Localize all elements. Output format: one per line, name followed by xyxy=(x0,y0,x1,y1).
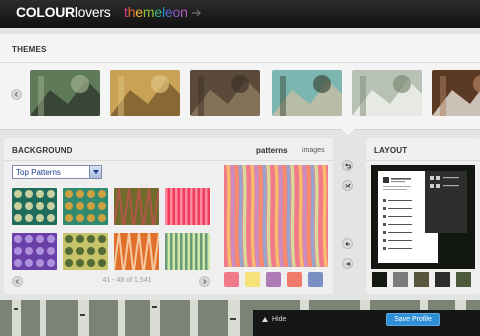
chevron-left-icon xyxy=(14,92,18,97)
pattern-preview xyxy=(224,165,328,267)
pattern-mint-circles[interactable] xyxy=(165,233,210,270)
hide-button[interactable]: Hide xyxy=(262,316,286,323)
arrow-right-icon xyxy=(192,9,201,17)
layout-sidebar xyxy=(425,171,467,233)
theme-thumb-doll[interactable] xyxy=(272,70,342,116)
logo-light: lovers xyxy=(74,4,111,20)
divider xyxy=(4,160,333,161)
copy-left-button[interactable] xyxy=(342,238,353,249)
shuffle-icon xyxy=(344,183,351,188)
background-title: BACKGROUND xyxy=(12,146,73,155)
layout-swatch[interactable] xyxy=(456,272,471,287)
theme-pointer xyxy=(340,128,356,135)
logo-letter: h xyxy=(127,4,136,20)
divider xyxy=(0,62,480,63)
pattern-green-fish[interactable] xyxy=(63,188,108,225)
pattern-green-branches[interactable] xyxy=(63,233,108,270)
shuffle-button[interactable] xyxy=(342,180,353,191)
undo-icon xyxy=(344,162,351,168)
triangle-up-icon xyxy=(262,317,268,322)
chevron-right-icon xyxy=(203,279,207,284)
layout-swatch[interactable] xyxy=(393,272,408,287)
tab-patterns[interactable]: patterns xyxy=(256,146,288,155)
layout-swatch[interactable] xyxy=(372,272,387,287)
chevron-left-icon xyxy=(15,279,19,284)
themes-title: THEMES xyxy=(12,45,47,54)
logo-letter: e xyxy=(135,4,143,20)
pagination-text: 41 - 48 of 1,541 xyxy=(102,277,152,284)
background-swatch[interactable] xyxy=(308,272,323,287)
logo-letter: e xyxy=(154,4,162,20)
tab-images[interactable]: images xyxy=(302,147,325,154)
logo-letter: m xyxy=(142,4,155,20)
layout-panel: LAYOUT xyxy=(366,138,480,294)
background-swatch[interactable] xyxy=(245,272,260,287)
patterns-next-button[interactable] xyxy=(199,276,210,287)
background-swatch[interactable] xyxy=(287,272,302,287)
dropdown-caret[interactable] xyxy=(89,166,101,178)
logo-letter: n xyxy=(180,4,188,20)
arrow-left-icon xyxy=(344,241,350,246)
themes-prev-button[interactable] xyxy=(11,89,22,100)
save-profile-button[interactable]: Save Profile xyxy=(386,313,440,326)
theme-thumb-coffee[interactable] xyxy=(432,70,480,116)
background-swatch[interactable] xyxy=(224,272,239,287)
colourlovers-logo[interactable]: COLOURlovers xyxy=(16,4,111,20)
themeleon-logo[interactable]: themeleon xyxy=(124,4,188,20)
logo-bold: COLOUR xyxy=(16,4,75,20)
patterns-prev-button[interactable] xyxy=(12,276,23,287)
layout-title: LAYOUT xyxy=(374,146,408,155)
themes-panel: THEMES xyxy=(0,34,480,130)
logo-letter: e xyxy=(164,4,173,20)
theme-thumb-golden-trees[interactable] xyxy=(110,70,180,116)
undo-button[interactable] xyxy=(342,160,353,171)
pattern-pink-stripes[interactable] xyxy=(165,188,210,225)
select-value: Top Patterns xyxy=(16,168,61,177)
logo-letter: o xyxy=(172,4,181,20)
layout-swatch[interactable] xyxy=(435,272,450,287)
divider xyxy=(366,160,480,161)
pattern-category-select[interactable]: Top Patterns xyxy=(12,165,102,179)
layout-preview[interactable] xyxy=(371,165,475,269)
copy-right-button[interactable] xyxy=(342,258,353,269)
background-panel: BACKGROUND patterns images Top Patterns … xyxy=(4,138,333,294)
pattern-purple-lace[interactable] xyxy=(12,233,57,270)
arrow-right-icon xyxy=(345,261,351,266)
chevron-down-icon xyxy=(93,170,99,174)
hide-label: Hide xyxy=(272,316,287,323)
layout-sidebar-sketch xyxy=(430,176,459,188)
top-header: COLOURlovers themeleon xyxy=(0,0,480,28)
background-swatch[interactable] xyxy=(266,272,281,287)
bottom-bar: Hide Save Profile xyxy=(253,310,480,336)
theme-thumb-birch-trees[interactable] xyxy=(352,70,422,116)
theme-thumb-leaves-sky[interactable] xyxy=(30,70,100,116)
layout-swatch[interactable] xyxy=(414,272,429,287)
pattern-teal-burst[interactable] xyxy=(12,188,57,225)
theme-thumb-shoes[interactable] xyxy=(190,70,260,116)
pattern-olive-stripes[interactable] xyxy=(114,188,159,225)
pattern-orange-dots[interactable] xyxy=(114,233,159,270)
